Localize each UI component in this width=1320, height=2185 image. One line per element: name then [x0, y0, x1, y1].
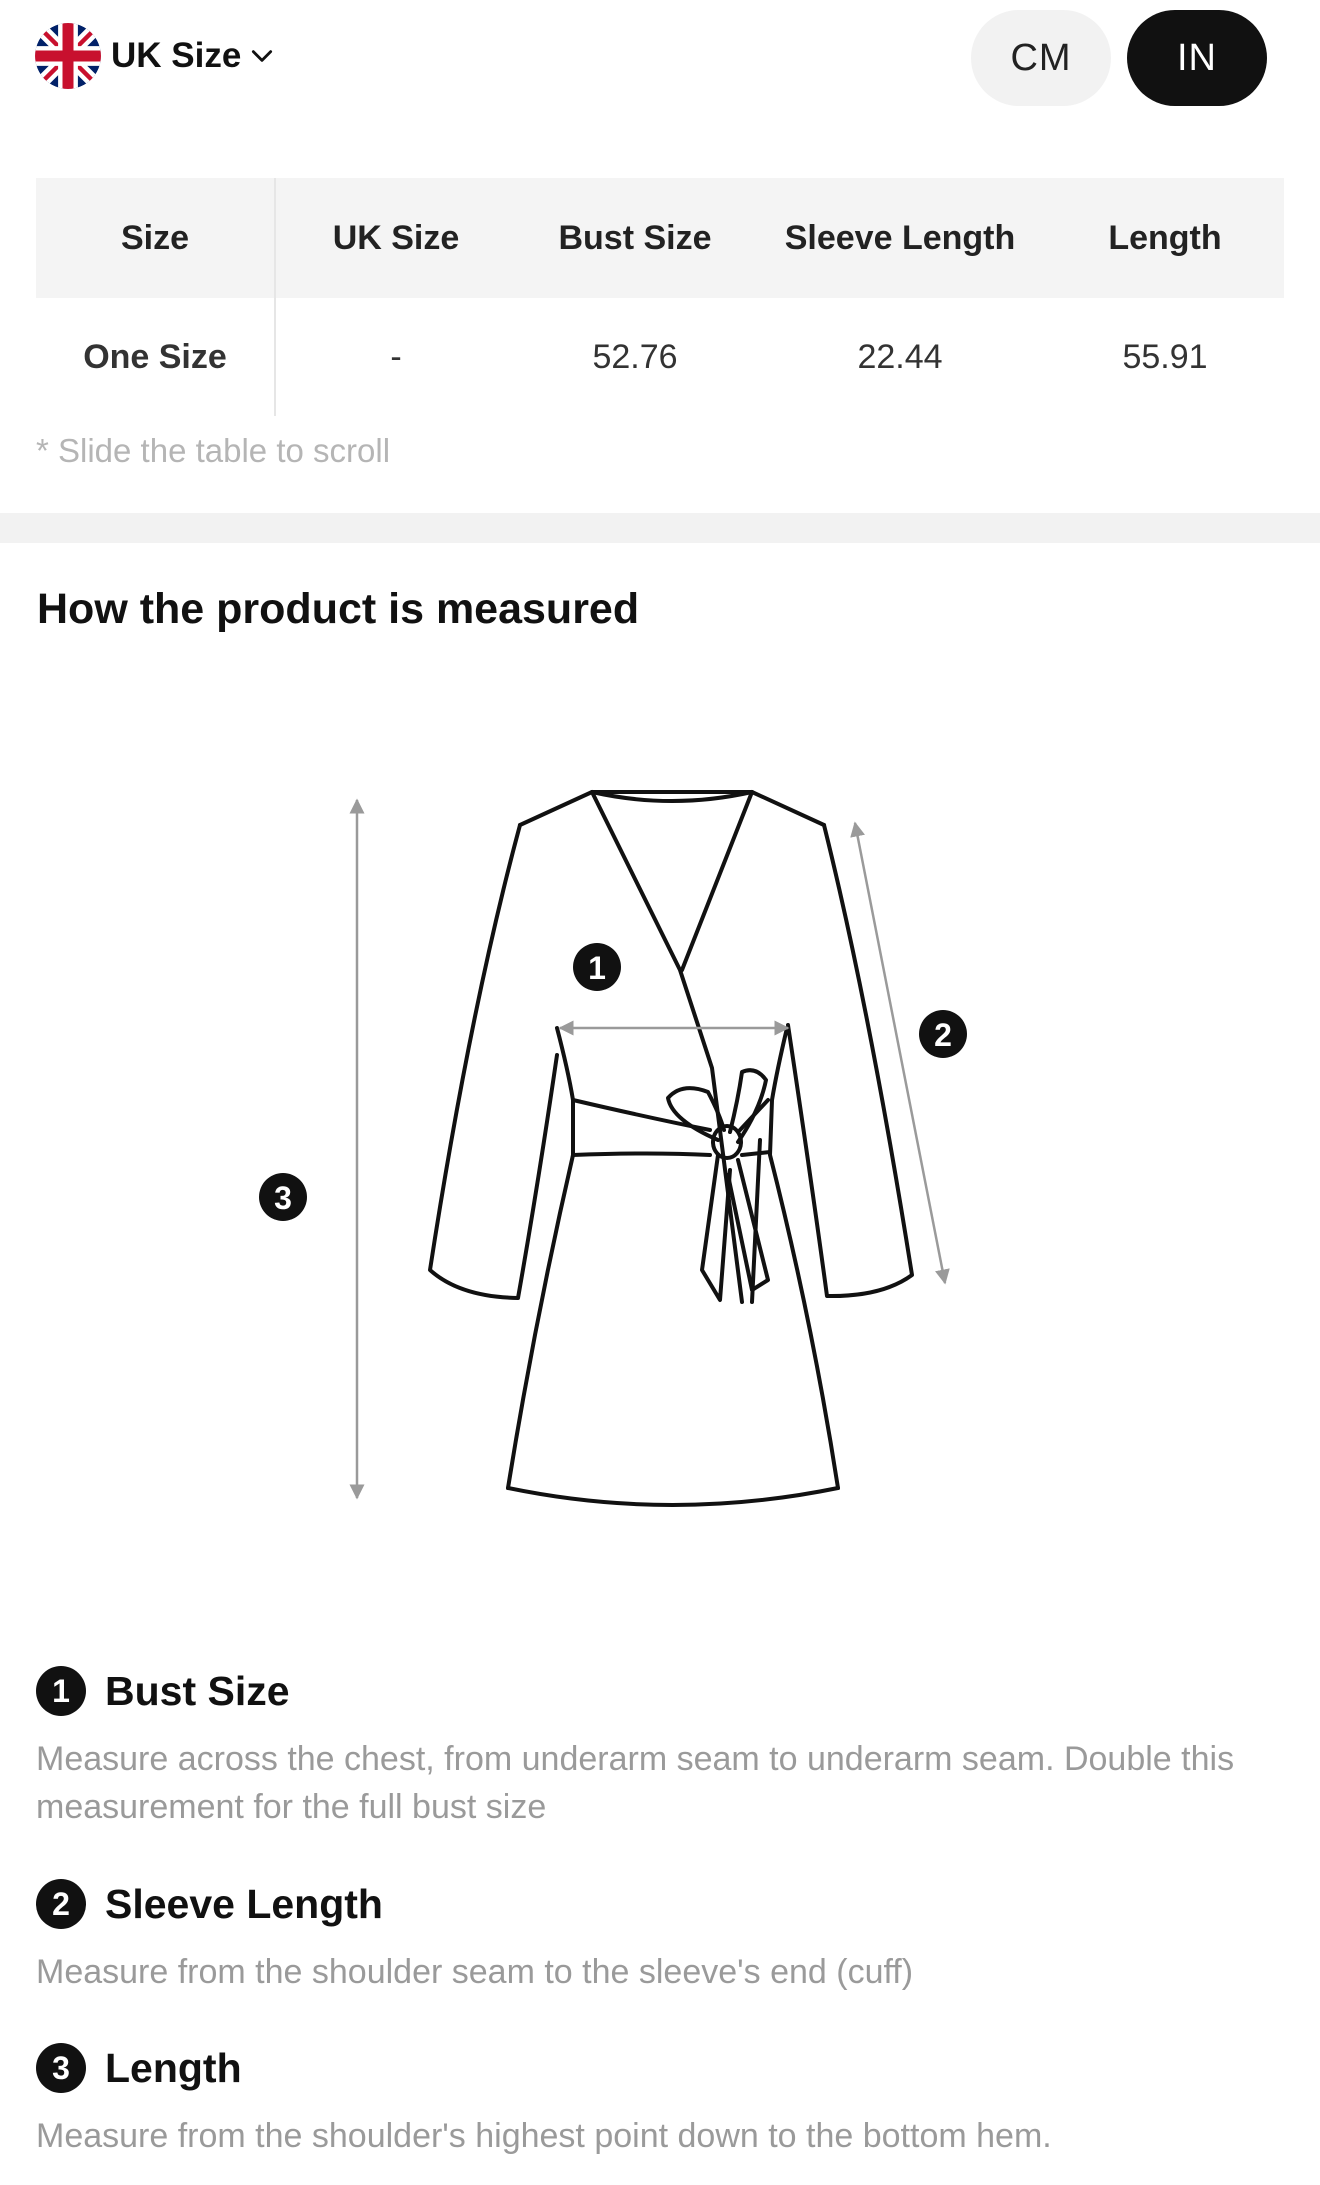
- table-cell: -: [390, 337, 402, 376]
- size-table[interactable]: Size UK Size Bust Size Sleeve Length Len…: [36, 178, 1284, 416]
- robe-illustration: [428, 790, 914, 1507]
- section-divider: [0, 513, 1320, 543]
- unit-in-button[interactable]: IN: [1127, 10, 1267, 106]
- number-badge: 2: [36, 1879, 86, 1929]
- unit-cm-button[interactable]: CM: [971, 10, 1111, 106]
- table-row: One Size - 52.76 22.44 55.91: [36, 298, 1284, 416]
- garment-measurement-diagram: 1 2 3: [259, 790, 967, 1507]
- column-header: Length: [1108, 218, 1222, 257]
- scroll-hint: * Slide the table to scroll: [36, 432, 391, 469]
- top-bar: UK Size CM IN: [0, 0, 1320, 115]
- measurement-item-length: 3 Length Measure from the shoulder's hig…: [36, 2038, 1286, 2160]
- column-header: Sleeve Length: [784, 218, 1016, 257]
- column-header: Bust Size: [558, 218, 712, 257]
- table-cell: 55.91: [1122, 337, 1208, 376]
- marker-2: 2: [919, 1010, 967, 1058]
- measurement-title: Length: [105, 2044, 242, 2091]
- marker-3: 3: [259, 1173, 307, 1221]
- uk-flag-icon: [35, 23, 101, 89]
- marker-1-label: 1: [588, 950, 606, 986]
- measurement-description: Measure from the shoulder seam to the sl…: [36, 1953, 914, 1991]
- measurement-description: Measure from the shoulder's highest poin…: [36, 2117, 1052, 2155]
- marker-3-label: 3: [274, 1180, 292, 1216]
- column-header: Size: [36, 178, 276, 298]
- table-cell: One Size: [36, 298, 276, 416]
- measurement-title: Sleeve Length: [105, 1880, 383, 1927]
- measurement-item-sleeve: 2 Sleeve Length Measure from the shoulde…: [36, 1874, 1286, 1996]
- column-header: UK Size: [332, 218, 460, 257]
- size-system-label: UK Size: [111, 36, 242, 75]
- size-system-dropdown[interactable]: UK Size: [35, 22, 275, 90]
- number-badge: 3: [36, 2043, 86, 2093]
- marker-1: 1: [573, 943, 621, 991]
- measurement-title: Bust Size: [105, 1667, 290, 1714]
- measurement-description: Measure across the chest, from underarm …: [36, 1740, 1235, 1826]
- measurement-arrows: [349, 798, 950, 1500]
- marker-2-label: 2: [934, 1017, 952, 1053]
- table-header-row: Size UK Size Bust Size Sleeve Length Len…: [36, 178, 1284, 298]
- number-badge: 1: [36, 1666, 86, 1716]
- chevron-down-icon: [252, 50, 273, 62]
- measurement-item-bust: 1 Bust Size Measure across the chest, fr…: [36, 1661, 1286, 1831]
- table-cell: 22.44: [857, 337, 943, 376]
- table-cell: 52.76: [592, 337, 678, 376]
- section-title: How the product is measured: [37, 585, 640, 633]
